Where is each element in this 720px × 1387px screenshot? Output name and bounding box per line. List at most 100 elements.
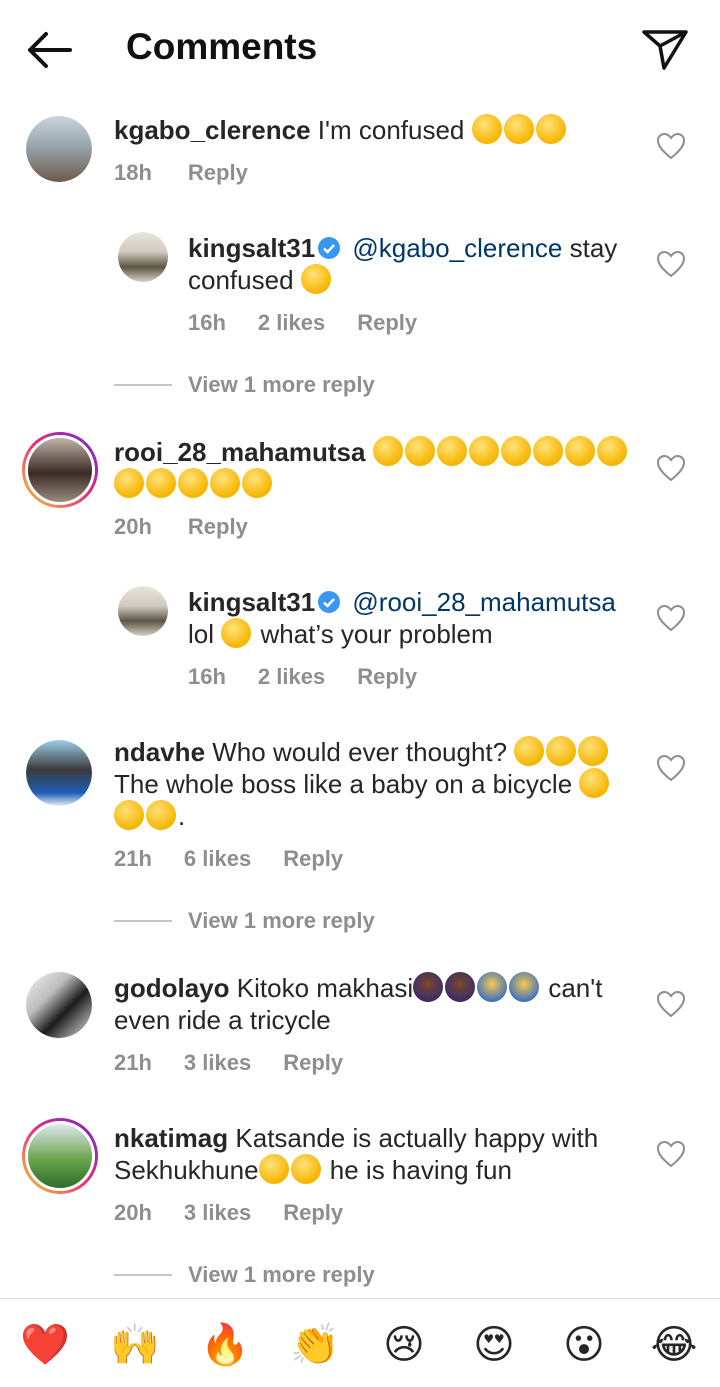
comment-username[interactable]: ndavhe xyxy=(114,737,205,767)
person-gesturing-ok-emoji xyxy=(413,972,444,1002)
heart-icon[interactable] xyxy=(656,132,686,160)
heart-icon[interactable] xyxy=(656,990,686,1018)
divider-line xyxy=(114,920,172,922)
like-count[interactable]: 3 likes xyxy=(184,1200,251,1225)
reply-button[interactable]: Reply xyxy=(283,1050,343,1075)
heart-reaction-icon[interactable]: ❤️ xyxy=(20,1321,70,1369)
laughing-emoji xyxy=(596,436,627,466)
divider-line xyxy=(114,384,172,386)
heart-icon[interactable] xyxy=(656,454,686,482)
heart-eyes-reaction-icon[interactable]: 😍 xyxy=(470,1321,518,1369)
laughing-emoji xyxy=(300,264,331,294)
comment-text: even ride a tricycle xyxy=(114,1005,331,1035)
avatar[interactable] xyxy=(26,972,92,1038)
comment-text: Sekhukhune xyxy=(114,1155,259,1185)
comment-username[interactable]: kingsalt31 xyxy=(188,587,315,617)
comment-username[interactable]: kingsalt31 xyxy=(188,233,315,263)
comment-text: confused xyxy=(188,265,294,295)
laughing-emoji xyxy=(146,468,176,498)
avatar[interactable] xyxy=(26,116,92,182)
verified-badge-icon xyxy=(318,591,341,613)
sweat-smile-emoji xyxy=(579,768,610,798)
laughing-emoji xyxy=(578,736,609,766)
view-more-replies[interactable]: View 1 more reply xyxy=(188,372,375,398)
avatar[interactable] xyxy=(118,586,168,636)
comment-text: I'm confused xyxy=(317,115,465,145)
comment-username[interactable]: kgabo_clerence xyxy=(114,115,311,145)
tears-of-joy-reaction-icon[interactable]: 😂 xyxy=(650,1321,698,1369)
reply-button[interactable]: Reply xyxy=(357,310,417,335)
divider-line xyxy=(114,1274,172,1276)
laughing-emoji xyxy=(114,468,144,498)
mention-link[interactable]: @rooi_28_mahamutsa xyxy=(352,587,615,617)
avatar[interactable] xyxy=(118,232,168,282)
send-icon[interactable] xyxy=(640,26,690,72)
astonished-emoji xyxy=(471,114,502,144)
comment-time: 16h xyxy=(188,310,226,335)
facepalm-emoji xyxy=(509,972,540,1002)
comment-username[interactable]: rooi_28_mahamutsa xyxy=(114,437,365,467)
laughing-emoji xyxy=(290,1154,321,1184)
header: Comments xyxy=(0,0,720,100)
comment-time: 21h xyxy=(114,1050,152,1075)
fire-reaction-icon[interactable]: 🔥 xyxy=(200,1321,250,1369)
crying-reaction-icon[interactable]: 😢 xyxy=(380,1321,428,1369)
comment-username[interactable]: nkatimag xyxy=(114,1123,228,1153)
laughing-emoji xyxy=(546,736,577,766)
laughing-emoji xyxy=(242,468,272,498)
comment-text: can't xyxy=(541,973,603,1003)
laughing-emoji xyxy=(404,436,435,466)
avatar[interactable] xyxy=(22,432,98,508)
mention-link[interactable]: @kgabo_clerence xyxy=(352,233,562,263)
comment-text: . xyxy=(178,801,186,831)
back-arrow-icon[interactable] xyxy=(24,28,76,72)
comment-text: he is having fun xyxy=(322,1155,512,1185)
astonished-emoji xyxy=(535,114,566,144)
laughing-emoji xyxy=(178,468,208,498)
comment-time: 18h xyxy=(114,160,152,185)
heart-icon[interactable] xyxy=(656,604,686,632)
reply-button[interactable]: Reply xyxy=(283,846,343,871)
verified-badge-icon xyxy=(318,237,341,259)
laughing-emoji xyxy=(500,436,531,466)
astonished-reaction-icon[interactable]: 😮 xyxy=(560,1321,608,1369)
heart-icon[interactable] xyxy=(656,250,686,278)
page-title: Comments xyxy=(126,26,318,67)
sweat-smile-emoji xyxy=(146,800,176,830)
view-more-replies[interactable]: View 1 more reply xyxy=(188,1262,375,1288)
laughing-emoji xyxy=(532,436,563,466)
clapping-reaction-icon[interactable]: 👏 xyxy=(290,1321,340,1369)
heart-icon[interactable] xyxy=(656,754,686,782)
reply-button[interactable]: Reply xyxy=(283,1200,343,1225)
quick-reaction-bar: ❤️ 🙌 🔥 👏 😢 😍 😮 😂 xyxy=(0,1298,720,1387)
like-count[interactable]: 3 likes xyxy=(184,1050,251,1075)
avatar[interactable] xyxy=(22,1118,98,1194)
laughing-emoji xyxy=(514,736,545,766)
comment-text: Kitoko makhasi xyxy=(236,973,414,1003)
comment-text: stay xyxy=(569,233,618,263)
like-count[interactable]: 6 likes xyxy=(184,846,251,871)
comment-text: Katsande is actually happy with xyxy=(235,1123,599,1153)
facepalm-emoji xyxy=(477,972,508,1002)
laughing-emoji xyxy=(210,468,240,498)
astonished-emoji xyxy=(503,114,534,144)
reply-button[interactable]: Reply xyxy=(188,514,248,539)
person-gesturing-ok-emoji xyxy=(445,972,476,1002)
like-count[interactable]: 2 likes xyxy=(258,310,325,335)
comment-username[interactable]: godolayo xyxy=(114,973,230,1003)
comment-time: 16h xyxy=(188,664,226,689)
laughing-emoji xyxy=(372,436,403,466)
view-more-replies[interactable]: View 1 more reply xyxy=(188,908,375,934)
like-count[interactable]: 2 likes xyxy=(258,664,325,689)
reply-button[interactable]: Reply xyxy=(357,664,417,689)
raising-hands-reaction-icon[interactable]: 🙌 xyxy=(110,1321,160,1369)
laughing-emoji xyxy=(468,436,499,466)
comment-text: Who would ever thought? xyxy=(212,737,508,767)
sweat-smile-emoji xyxy=(114,800,144,830)
comment-time: 20h xyxy=(114,1200,152,1225)
comment-time: 21h xyxy=(114,846,152,871)
laughing-emoji xyxy=(221,618,252,648)
heart-icon[interactable] xyxy=(656,1140,686,1168)
avatar[interactable] xyxy=(26,740,92,806)
reply-button[interactable]: Reply xyxy=(188,160,248,185)
